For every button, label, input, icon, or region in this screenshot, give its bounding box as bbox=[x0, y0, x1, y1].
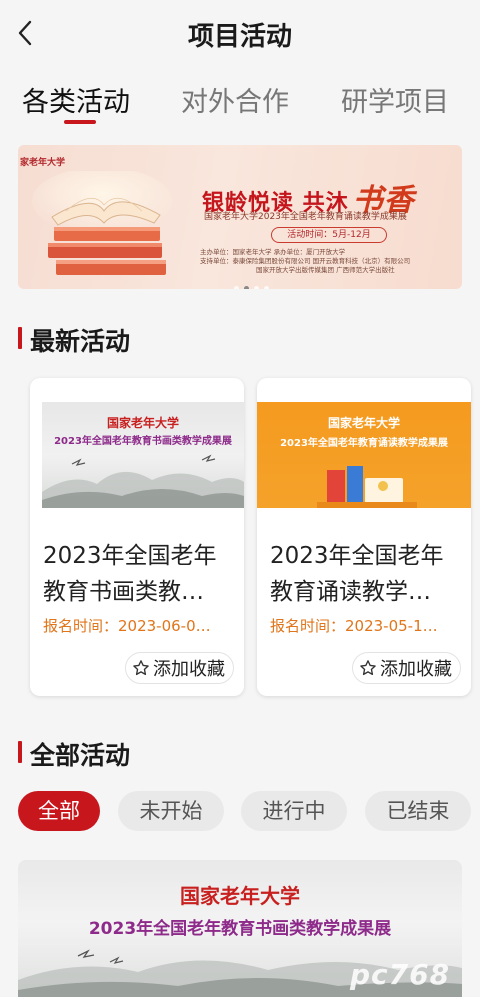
carousel-dots bbox=[234, 276, 274, 289]
page-title: 项目活动 bbox=[187, 22, 292, 52]
star-icon bbox=[360, 660, 376, 676]
status-filter-bar: 全部 未开始 进行中 已结束 bbox=[18, 791, 480, 831]
banner-subtitle: 国家老年大学2023年全国老年教育诵读教学成果展 bbox=[204, 212, 407, 222]
header: 项目活动 bbox=[0, 0, 480, 68]
filter-all[interactable]: 全部 bbox=[18, 791, 100, 831]
filter-ended[interactable]: 已结束 bbox=[365, 791, 471, 831]
card-image: 国家老年大学 2023年全国老年教育书画类教学成果展 bbox=[42, 402, 244, 508]
book-stack-illustration bbox=[32, 171, 172, 275]
activity-card[interactable]: 国家老年大学 2023年全国老年教育书画类教学成果展 2023年全国老年教育书画… bbox=[30, 378, 244, 696]
tab-activities[interactable]: 各类活动 bbox=[22, 80, 130, 119]
active-tab-indicator bbox=[64, 120, 96, 124]
card-image: 国家老年大学 2023年全国老年教育诵读教学成果展 bbox=[257, 402, 471, 508]
activity-card[interactable]: 国家老年大学 2023年全国老年教育诵读教学成果展 2023年全国老年教育诵读教… bbox=[257, 378, 471, 696]
add-favorite-button[interactable]: 添加收藏 bbox=[352, 652, 461, 684]
star-icon bbox=[133, 660, 149, 676]
carousel-dot bbox=[264, 286, 269, 289]
card-title: 2023年全国老年教育书画类教… bbox=[43, 543, 217, 605]
carousel-dot-active bbox=[244, 286, 249, 289]
add-favorite-button[interactable]: 添加收藏 bbox=[125, 652, 234, 684]
carousel-dot bbox=[254, 286, 259, 289]
section-title-latest: 最新活动 bbox=[18, 322, 130, 358]
banner-time: 活动时间：5月-12月 bbox=[271, 227, 387, 243]
card-signup-time: 报名时间：2023-06-0… bbox=[43, 617, 211, 635]
banner-org-label: 家老年大学 bbox=[20, 158, 66, 168]
filter-in-progress[interactable]: 进行中 bbox=[241, 791, 347, 831]
tab-cooperation[interactable]: 对外合作 bbox=[181, 80, 289, 119]
filter-not-started[interactable]: 未开始 bbox=[118, 791, 224, 831]
tab-study-tour[interactable]: 研学项目 bbox=[341, 80, 449, 119]
promo-banner[interactable]: 家老年大学 银龄悦读 共沐 书香 国家老年大学2023年全国老年教育诵读教学成果展… bbox=[18, 145, 462, 289]
section-title-all: 全部活动 bbox=[18, 736, 130, 772]
tab-bar: 各类活动 对外合作 研学项目 bbox=[0, 74, 480, 126]
card-title: 2023年全国老年教育诵读教学… bbox=[270, 543, 444, 605]
banner-info: 主办单位：国家老年大学 承办单位：厦门开放大学 支持单位：泰康保险集团股份有限公… bbox=[200, 248, 411, 274]
watermark-text: pc768 bbox=[350, 958, 451, 991]
carousel-dot bbox=[234, 286, 239, 289]
list-item-image-subtitle: 2023年全国老年教育书画类教学成果展 bbox=[88, 919, 392, 939]
card-signup-time: 报名时间：2023-05-1… bbox=[270, 617, 438, 635]
list-item-image-title: 国家老年大学 bbox=[180, 884, 300, 908]
